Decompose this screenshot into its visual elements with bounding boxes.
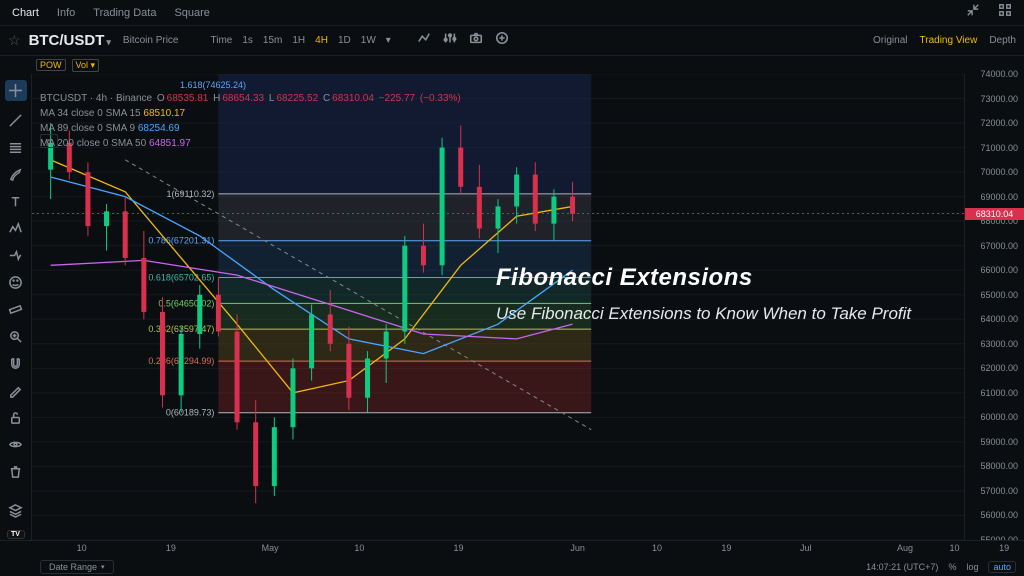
view-original[interactable]: Original — [873, 35, 907, 46]
forecast-tool-icon[interactable] — [8, 248, 24, 263]
brush-tool-icon[interactable] — [8, 167, 24, 182]
settings-sliders-icon[interactable] — [443, 31, 457, 50]
log-toggle[interactable]: log — [966, 562, 978, 572]
svg-text:0(60189.73): 0(60189.73) — [166, 408, 215, 418]
trendline-tool-icon[interactable] — [8, 113, 24, 128]
svg-text:0.786(67201.31): 0.786(67201.31) — [148, 236, 214, 246]
tf-1w[interactable]: 1W — [361, 35, 376, 46]
add-icon[interactable] — [495, 31, 509, 50]
tf-more-icon[interactable]: ▾ — [386, 35, 391, 46]
tab-trading-data[interactable]: Trading Data — [93, 7, 156, 19]
tab-square[interactable]: Square — [174, 7, 209, 19]
auto-scale-button[interactable]: auto — [988, 561, 1016, 573]
time-axis[interactable]: 1019May1019Jun1019JulAug1019 Date Range▾… — [0, 540, 1024, 576]
tf-1s[interactable]: 1s — [242, 35, 253, 46]
grid-icon[interactable] — [998, 3, 1012, 22]
collapse-indicators-button[interactable]: ˄ — [40, 134, 58, 148]
status-bar: Date Range▾ 14:07:21 (UTC+7) % log auto — [32, 558, 1024, 576]
layers-icon[interactable] — [8, 503, 24, 518]
timeframe-label: Time — [211, 35, 233, 46]
symbol-name[interactable]: BTC/USDT▾ — [29, 32, 111, 49]
camera-icon[interactable] — [469, 31, 483, 50]
view-mode-selector: Original Trading View Depth — [873, 35, 1016, 46]
timeframe-selector: Time 1s 15m 1H 4H 1D 1W ▾ — [211, 35, 391, 46]
date-range-button[interactable]: Date Range▾ — [40, 560, 114, 574]
lock-tool-icon[interactable] — [8, 410, 24, 425]
eye-tool-icon[interactable] — [8, 437, 24, 452]
pct-toggle[interactable]: % — [948, 562, 956, 572]
drawing-toolbar: TV — [0, 74, 32, 540]
symbol-header: ☆ BTC/USDT▾ Bitcoin Price Time 1s 15m 1H… — [0, 26, 1024, 56]
badge-vol[interactable]: Vol ▾ — [72, 59, 100, 72]
price-axis[interactable]: 55000.0056000.0057000.0058000.0059000.00… — [964, 74, 1024, 540]
svg-text:0.5(64650.02): 0.5(64650.02) — [158, 298, 214, 308]
ruler-tool-icon[interactable] — [8, 302, 24, 317]
view-tradingview[interactable]: Trading View — [920, 35, 978, 46]
tradingview-logo[interactable]: TV — [7, 530, 25, 539]
indicators-icon[interactable] — [417, 31, 431, 50]
app-top-tabs: Chart Info Trading Data Square — [0, 0, 1024, 26]
trash-tool-icon[interactable] — [8, 464, 24, 479]
symbol-subtitle: Bitcoin Price — [123, 35, 179, 46]
favorite-star-icon[interactable]: ☆ — [8, 32, 21, 49]
zoom-tool-icon[interactable] — [8, 329, 24, 344]
tab-chart[interactable]: Chart — [12, 7, 39, 19]
tf-1d[interactable]: 1D — [338, 35, 351, 46]
pattern-tool-icon[interactable] — [8, 221, 24, 236]
emoji-tool-icon[interactable] — [8, 275, 24, 290]
tf-4h[interactable]: 4H — [315, 35, 328, 46]
tf-15m[interactable]: 15m — [263, 35, 282, 46]
price-chart[interactable]: 0(60189.73)0.236(62294.99)0.382(63597.47… — [32, 74, 964, 540]
view-depth[interactable]: Depth — [989, 35, 1016, 46]
magnet-tool-icon[interactable] — [8, 356, 24, 371]
tf-1h[interactable]: 1H — [292, 35, 305, 46]
edit-tool-icon[interactable] — [8, 383, 24, 398]
clock-time: 14:07:21 (UTC+7) — [866, 562, 938, 572]
symbol-badges: POW Vol ▾ — [0, 56, 1024, 74]
fib-tool-icon[interactable] — [8, 140, 24, 155]
tab-info[interactable]: Info — [57, 7, 75, 19]
collapse-icon[interactable] — [966, 3, 980, 22]
crosshair-tool-icon[interactable] — [5, 80, 27, 101]
svg-text:0.618(65702.65): 0.618(65702.65) — [148, 273, 214, 283]
text-tool-icon[interactable] — [8, 194, 24, 209]
badge-pow[interactable]: POW — [36, 59, 66, 71]
